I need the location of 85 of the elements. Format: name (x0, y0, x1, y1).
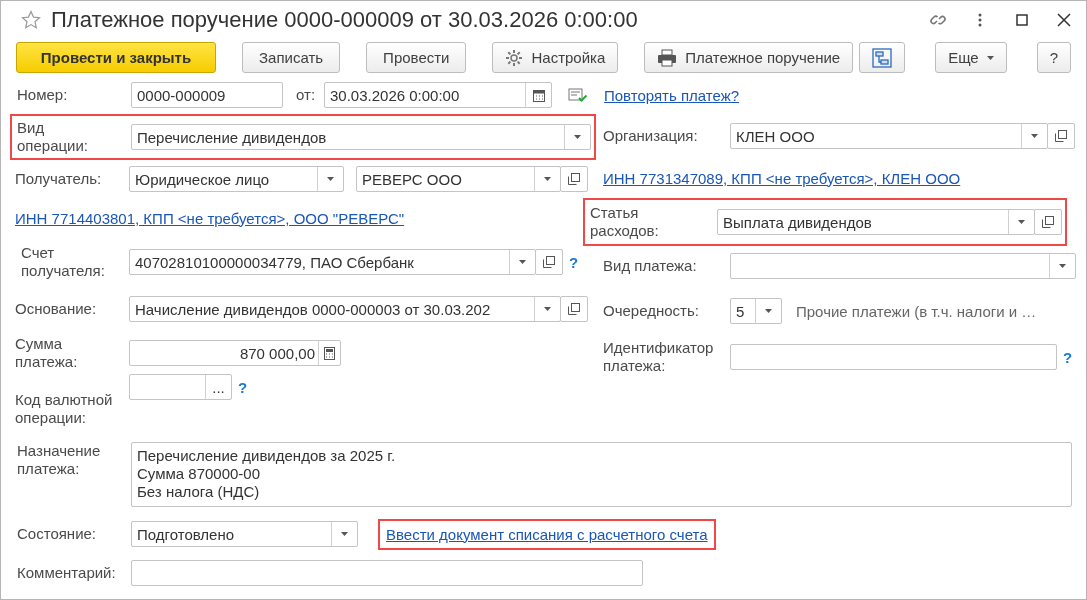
field-label: Номер: (17, 86, 69, 104)
dropdown-field[interactable]: 40702810100000034779, ПАО Сбербанк (129, 249, 536, 275)
document-check-icon[interactable] (568, 87, 588, 103)
repeat-payment-link[interactable]: Повторять платеж? (604, 86, 740, 104)
dropdown-field[interactable]: Выплата дивидендов (717, 209, 1035, 235)
hierarchy-icon (872, 47, 893, 68)
caret-icon (1059, 264, 1066, 268)
caret-icon (765, 309, 772, 313)
caret-icon (1031, 134, 1038, 138)
choice-button[interactable]: ... (205, 375, 231, 399)
open-button[interactable] (1034, 209, 1062, 235)
field-label: Вид операции: (17, 119, 89, 155)
field-label: Сумма платежа: (15, 335, 79, 371)
post-and-close-button[interactable]: Провести и закрыть (16, 42, 216, 73)
close-icon (1057, 13, 1071, 27)
comment-field[interactable] (131, 560, 643, 586)
dropdown-field[interactable]: 5 (730, 298, 782, 324)
open-button[interactable] (560, 166, 588, 192)
caret-icon (519, 260, 526, 264)
field-label: Вид платежа: (603, 257, 698, 275)
caret-icon (341, 532, 348, 536)
squares-icon (568, 303, 580, 315)
dropdown-field[interactable]: Перечисление дивидендов (131, 124, 591, 150)
dropdown-field[interactable] (730, 253, 1076, 279)
field-label: Код валютной операции: (15, 391, 114, 427)
open-button[interactable] (560, 296, 588, 322)
squares-icon (1055, 130, 1067, 142)
number-field[interactable]: 0000-000009 (131, 82, 283, 108)
help-button[interactable]: ? (232, 378, 248, 396)
date-field[interactable]: 30.03.2026 0:00:00 (324, 82, 552, 108)
help-button[interactable]: ? (1057, 348, 1073, 366)
caret-icon (574, 135, 581, 139)
print-button[interactable]: Платежное поручение (644, 42, 854, 73)
squares-icon (543, 256, 555, 268)
more-icon (978, 13, 982, 27)
dropdown-field[interactable]: Юридическое лицо (129, 166, 344, 192)
maximize-icon (1016, 14, 1028, 26)
toolbar-button[interactable]: Записать (242, 42, 341, 73)
calendar-icon (532, 88, 545, 102)
field-label: Назначение платежа: (17, 442, 102, 478)
field-label: Статья расходов: (590, 204, 660, 240)
gear-icon (505, 48, 524, 67)
field-label: Очередность: (603, 302, 700, 320)
field-label: Состояние: (17, 525, 97, 543)
field-label: Организация: (603, 127, 699, 145)
field-label: от: (296, 86, 317, 104)
squares-icon (1042, 216, 1054, 228)
button-label: Настройка (531, 49, 606, 66)
caret-icon (986, 55, 994, 60)
toolbar-button[interactable]: Провести (366, 42, 467, 73)
button-label: Еще (948, 49, 979, 66)
settings-button[interactable]: Настройка (492, 42, 619, 73)
create-document-link[interactable]: Ввести документ списания с расчетного счета (386, 525, 708, 543)
help-button[interactable]: ? (563, 253, 579, 271)
field-label: Счет получателя: (20, 244, 106, 280)
counterparty-link[interactable]: ИНН 7731347089, КПП <не требуется>, КЛЕН ООО (603, 169, 961, 187)
help-button[interactable]: ? (1036, 42, 1071, 73)
counterparty-link[interactable]: ИНН 7714403801, КПП <не требуется>, ООО "РЕВЕРС" (15, 209, 405, 227)
field-label: Основание: (15, 300, 98, 318)
field-label: Комментарий: (17, 564, 117, 582)
input-field[interactable] (730, 344, 1057, 370)
calculator-icon (324, 346, 335, 360)
squares-icon (568, 173, 580, 185)
button-label: Платежное поручение (685, 49, 841, 66)
priority-description: Прочие платежи (в т.ч. налоги и … (796, 302, 1037, 320)
open-button[interactable] (1047, 123, 1075, 149)
star-icon[interactable] (21, 10, 41, 30)
caret-icon (544, 307, 551, 311)
printer-icon (657, 48, 678, 67)
amount-field[interactable]: 870 000,00 (129, 340, 341, 366)
dropdown-field[interactable]: РЕВЕРС ООО (356, 166, 561, 192)
more-button[interactable]: Еще (935, 42, 1007, 73)
dropdown-field[interactable]: Начисление дивидендов 0000-000003 от 30.03.202 (129, 296, 561, 322)
caret-icon (327, 177, 334, 181)
structure-button[interactable] (859, 42, 906, 73)
caret-icon (544, 177, 551, 181)
caret-icon (1018, 220, 1025, 224)
field-label: Получатель: (15, 170, 103, 188)
open-button[interactable] (535, 249, 563, 275)
dropdown-field[interactable]: КЛЕН ООО (730, 123, 1048, 149)
dropdown-field[interactable]: Подготовлено (131, 521, 358, 547)
window-title: Платежное поручение 0000-000009 от 30.03.2026 0:00:00 (51, 7, 639, 33)
input-field[interactable]: ... (129, 374, 232, 400)
purpose-text-area[interactable]: Перечисление дивидендов за 2025 г. Сумма 870000-00 Без налога (НДС) (131, 442, 1072, 507)
field-label: Идентификатор платежа: (603, 339, 715, 375)
